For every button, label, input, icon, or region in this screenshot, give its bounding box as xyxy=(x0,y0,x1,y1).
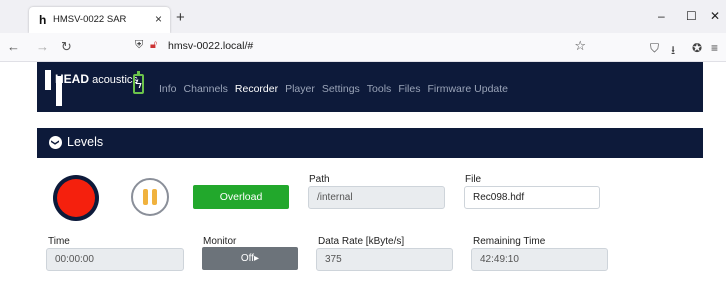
back-icon[interactable]: ← xyxy=(7,39,20,54)
tab-title: HMSV-0022 SAR xyxy=(53,14,127,25)
url-bar[interactable]: ⛨ 🔓︎ hmsv-0022.local/# ☆ xyxy=(130,36,592,58)
battery-charging-icon: ϟ xyxy=(133,71,144,94)
download-icon[interactable]: ⭳ xyxy=(671,41,675,62)
menu-item-tools[interactable]: Tools xyxy=(367,83,392,95)
window-close-icon[interactable]: ✕ xyxy=(710,9,720,23)
data-rate-label: Data Rate [kByte/s] xyxy=(318,236,405,247)
app-header: HEAD acoustics ϟ Info Channels Recorder … xyxy=(37,62,703,112)
extension-icon[interactable]: ✪ xyxy=(692,41,702,55)
browser-tab[interactable]: h HMSV-0022 SAR × xyxy=(29,7,170,33)
pocket-icon[interactable]: ⛉ xyxy=(650,41,659,56)
menu-item-recorder[interactable]: Recorder xyxy=(235,83,278,95)
pause-icon xyxy=(152,189,157,205)
record-icon xyxy=(57,179,95,217)
logo-bar xyxy=(45,70,51,90)
forward-icon[interactable]: → xyxy=(36,39,49,54)
minimize-icon[interactable]: – xyxy=(658,9,665,23)
pause-icon xyxy=(143,189,148,205)
new-tab-icon[interactable]: + xyxy=(176,9,185,26)
reload-icon[interactable]: ↻ xyxy=(61,39,72,55)
browser-tabstrip: h HMSV-0022 SAR × + – ☐ ✕ xyxy=(0,0,726,33)
menu-item-files[interactable]: Files xyxy=(398,83,420,95)
insecure-lock-icon[interactable]: 🔓︎ xyxy=(150,39,157,52)
menu-item-info[interactable]: Info xyxy=(159,83,177,95)
url-text[interactable]: hmsv-0022.local/# xyxy=(168,40,253,52)
monitor-toggle-button[interactable]: Off▸ xyxy=(202,247,298,270)
menu-item-channels[interactable]: Channels xyxy=(184,83,228,95)
file-name-input[interactable]: Rec098.hdf xyxy=(464,186,600,209)
tracking-shield-icon[interactable]: ⛨ xyxy=(135,39,143,52)
tab-close-icon[interactable]: × xyxy=(155,12,162,26)
chevron-circle-icon: ❯ xyxy=(49,136,62,149)
path-label: Path xyxy=(309,174,330,185)
menu-item-settings[interactable]: Settings xyxy=(322,83,360,95)
time-field: 00:00:00 xyxy=(46,248,184,271)
record-button[interactable] xyxy=(53,175,99,221)
levels-label: Levels xyxy=(67,135,104,149)
pause-button[interactable] xyxy=(131,178,169,216)
site-favicon-icon: h xyxy=(39,13,47,27)
monitor-label: Monitor xyxy=(203,236,237,247)
overload-indicator[interactable]: Overload xyxy=(193,185,289,209)
path-field: /internal xyxy=(308,186,445,209)
data-rate-field: 375 xyxy=(316,248,453,271)
time-label: Time xyxy=(48,236,70,247)
menu-item-player[interactable]: Player xyxy=(285,83,315,95)
browser-navbar: ← → ↻ ⛨ 🔓︎ hmsv-0022.local/# ☆ ⛉ ⭳ ✪ ≡ xyxy=(0,33,726,62)
remaining-time-label: Remaining Time xyxy=(473,236,546,247)
levels-panel-header[interactable]: ❯ Levels xyxy=(37,128,703,158)
hamburger-menu-icon[interactable]: ≡ xyxy=(711,41,718,55)
logo-text: HEAD acoustics xyxy=(55,72,138,86)
menu-item-firmware-update[interactable]: Firmware Update xyxy=(427,83,508,95)
file-label: File xyxy=(465,174,482,185)
maximize-icon[interactable]: ☐ xyxy=(686,9,697,23)
bookmark-star-icon[interactable]: ☆ xyxy=(574,38,586,54)
main-menu: Info Channels Recorder Player Settings T… xyxy=(159,83,508,95)
remaining-time-field: 42:49:10 xyxy=(471,248,608,271)
